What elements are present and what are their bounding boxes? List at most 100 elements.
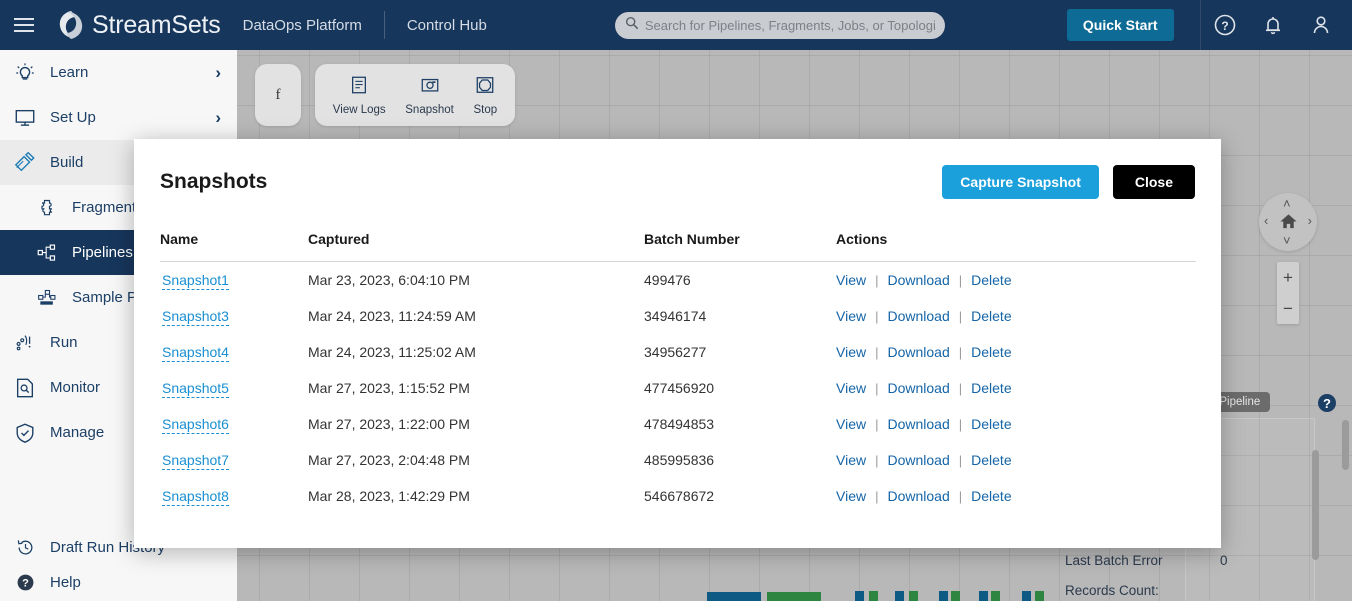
cell-batch-number: 478494853 <box>644 416 715 432</box>
capture-snapshot-button[interactable]: Capture Snapshot <box>942 165 1099 199</box>
delete-action-link[interactable]: Delete <box>971 272 1011 288</box>
close-button[interactable]: Close <box>1112 165 1195 199</box>
download-action-link[interactable]: Download <box>887 380 949 396</box>
cell-batch-number: 34956277 <box>644 344 707 360</box>
chevron-right-icon: › <box>215 62 221 82</box>
download-action-link[interactable]: Download <box>887 272 949 288</box>
zoom-out-button[interactable]: − <box>1277 293 1299 324</box>
global-search[interactable] <box>614 11 945 39</box>
panel-scrollbar[interactable] <box>1312 450 1319 560</box>
cell-name: Snapshot6 <box>160 406 308 442</box>
sidebar-label: Monitor <box>50 379 101 396</box>
delete-action-link[interactable]: Delete <box>971 416 1011 432</box>
sidebar-label: Fragments <box>72 199 144 216</box>
table-row: Snapshot4 Mar 24, 2023, 11:25:02 AM 349562… <box>160 334 1196 370</box>
cell-actions: View | Download | Delete <box>836 442 1196 478</box>
action-separator: | <box>958 489 963 504</box>
stat-row: Last Batch Error 0 <box>1065 545 1352 575</box>
stop-button[interactable]: Stop <box>473 75 497 116</box>
fragment-badge[interactable]: f <box>255 64 301 126</box>
notification-bell-icon[interactable] <box>1249 0 1297 50</box>
view-action-link[interactable]: View <box>836 488 866 504</box>
snapshot-name-link[interactable]: Snapshot6 <box>162 416 229 434</box>
view-action-link[interactable]: View <box>836 416 866 432</box>
zoom-in-button[interactable]: + <box>1277 262 1299 293</box>
cell-captured: Mar 23, 2023, 6:04:10 PM <box>308 272 470 288</box>
table-body: Snapshot1 Mar 23, 2023, 6:04:10 PM 499476 V… <box>160 262 1196 515</box>
view-action-link[interactable]: View <box>836 452 866 468</box>
chart-bar <box>979 591 988 601</box>
action-separator: | <box>875 309 879 324</box>
user-account-icon[interactable] <box>1297 0 1345 50</box>
monitor-search-icon <box>10 377 40 399</box>
sidebar-item-learn[interactable]: Learn › <box>0 50 237 95</box>
download-action-link[interactable]: Download <box>887 488 949 504</box>
cell-actions: View | Download | Delete <box>836 298 1196 334</box>
cell-actions: View | Download | Delete <box>836 262 1196 299</box>
cell-batch-number: 485995836 <box>644 452 715 468</box>
help-icon[interactable]: ? <box>1201 0 1249 50</box>
pan-left-icon[interactable]: ‹ <box>1264 213 1268 228</box>
modal-header: Snapshots Capture Snapshot Close <box>134 139 1221 199</box>
snapshot-name-link[interactable]: Snapshot1 <box>162 272 229 290</box>
snapshot-name-link[interactable]: Snapshot8 <box>162 488 229 506</box>
download-action-link[interactable]: Download <box>887 452 949 468</box>
action-separator: | <box>958 273 963 288</box>
search-input[interactable] <box>644 17 935 33</box>
chart-bar <box>895 591 904 601</box>
delete-action-link[interactable]: Delete <box>971 308 1011 324</box>
sidebar-label: Run <box>50 334 78 351</box>
snapshot-name-link[interactable]: Snapshot4 <box>162 344 229 362</box>
camera-icon <box>420 75 440 100</box>
pan-up-icon[interactable]: ˄ <box>1283 196 1291 211</box>
action-separator: | <box>875 417 879 432</box>
svg-text:?: ? <box>22 577 29 589</box>
view-logs-button[interactable]: View Logs <box>333 75 386 116</box>
section-name-control-hub[interactable]: Control Hub <box>407 17 487 34</box>
cell-captured: Mar 27, 2023, 2:04:48 PM <box>308 452 470 468</box>
action-separator: | <box>875 489 879 504</box>
snapshot-name-link[interactable]: Snapshot3 <box>162 308 229 326</box>
brand-name: StreamSets <box>92 10 221 39</box>
snapshot-name-link[interactable]: Snapshot5 <box>162 380 229 398</box>
action-separator: | <box>958 345 963 360</box>
sidebar-item-set-up[interactable]: Set Up › <box>0 95 237 140</box>
download-action-link[interactable]: Download <box>887 308 949 324</box>
chart-block-green <box>767 592 821 601</box>
view-action-link[interactable]: View <box>836 272 866 288</box>
view-action-link[interactable]: View <box>836 344 866 360</box>
quick-start-button[interactable]: Quick Start <box>1066 9 1174 41</box>
delete-action-link[interactable]: Delete <box>971 452 1011 468</box>
snapshot-button[interactable]: Snapshot <box>405 75 454 116</box>
table-row: Snapshot6 Mar 27, 2023, 1:22:00 PM 4784948… <box>160 406 1196 442</box>
home-icon[interactable] <box>1279 212 1298 236</box>
view-action-link[interactable]: View <box>836 308 866 324</box>
cell-batch-number: 499476 <box>644 272 691 288</box>
delete-action-link[interactable]: Delete <box>971 488 1011 504</box>
chart-bar <box>951 591 960 601</box>
delete-action-link[interactable]: Delete <box>971 380 1011 396</box>
help-circle-icon[interactable]: ? <box>1318 394 1336 412</box>
canvas-nav-pad[interactable]: ˄ ˅ ‹ › <box>1259 193 1317 251</box>
history-icon <box>10 538 40 557</box>
monitor-icon <box>10 107 40 129</box>
download-action-link[interactable]: Download <box>887 344 949 360</box>
snapshot-name-link[interactable]: Snapshot7 <box>162 452 229 470</box>
view-action-link[interactable]: View <box>836 380 866 396</box>
outer-scrollbar[interactable] <box>1342 420 1349 470</box>
download-action-link[interactable]: Download <box>887 416 949 432</box>
chart-block-blue <box>707 592 761 601</box>
pan-right-icon[interactable]: › <box>1308 213 1312 228</box>
hamburger-menu-icon[interactable] <box>0 0 48 50</box>
cell-batch-number: 477456920 <box>644 380 715 396</box>
build-pencil-icon <box>10 151 40 174</box>
delete-action-link[interactable]: Delete <box>971 344 1011 360</box>
cell-actions: View | Download | Delete <box>836 406 1196 442</box>
sidebar-item-help[interactable]: ? Help <box>0 565 237 600</box>
chart-bar <box>909 591 918 601</box>
chevron-right-icon: › <box>215 107 221 127</box>
snapshot-label: Snapshot <box>405 103 454 116</box>
column-header-captured: Captured <box>308 231 644 262</box>
zoom-controls[interactable]: + − <box>1277 262 1299 324</box>
sidebar-label: Pipelines <box>72 244 133 261</box>
